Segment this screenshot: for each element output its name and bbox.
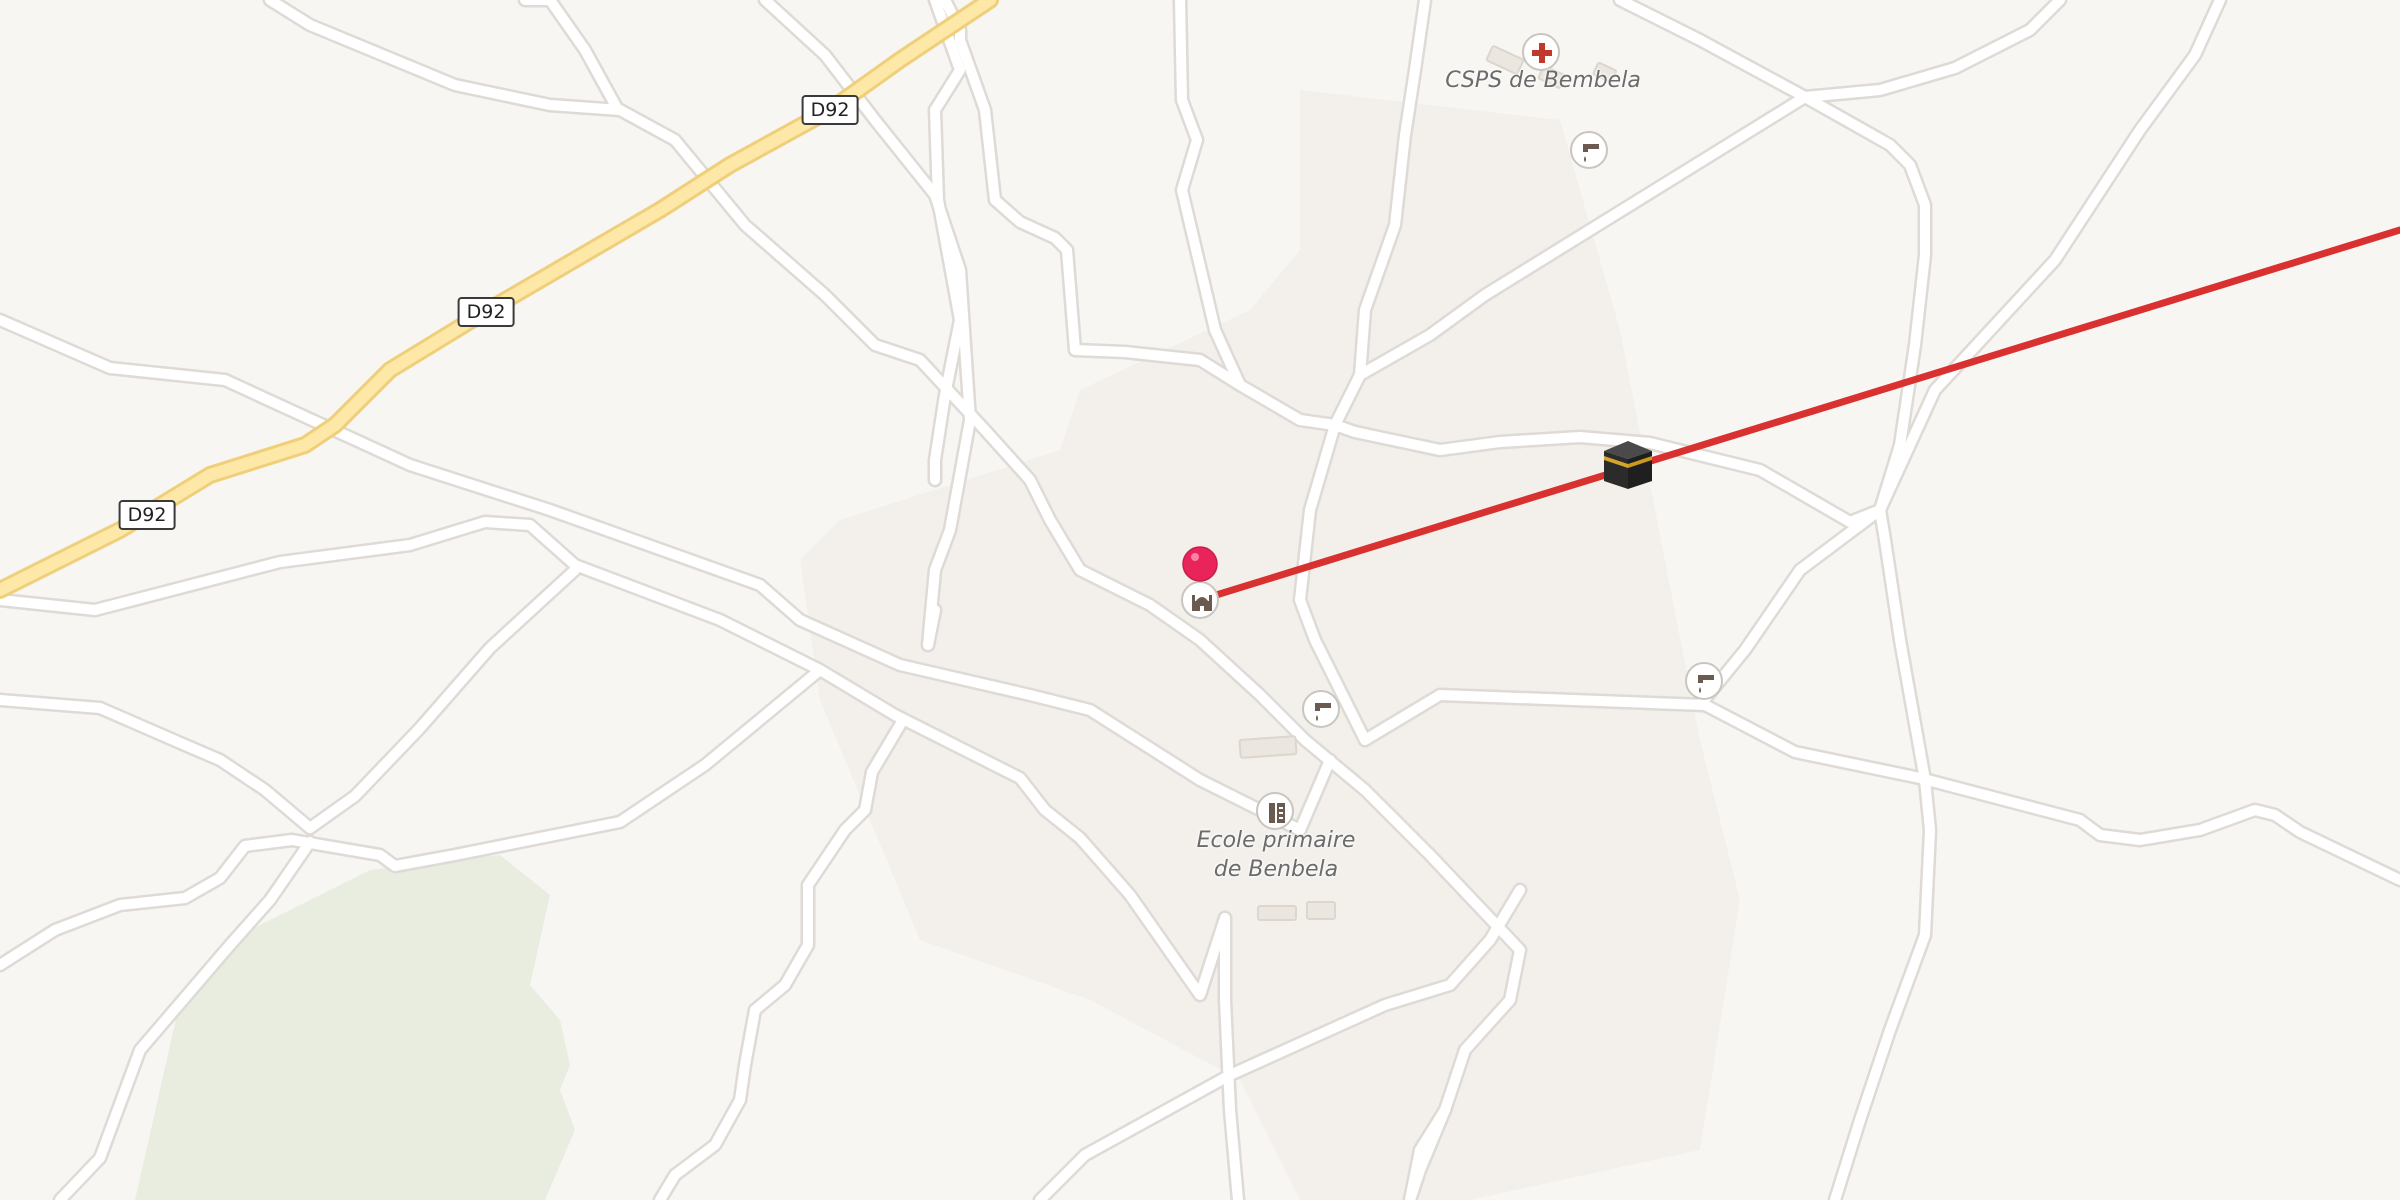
location-pin-icon[interactable] [1180, 544, 1220, 588]
building [1306, 901, 1336, 920]
map-canvas[interactable]: D92 D92 D92 CSPS de Bembela Ecole primai… [0, 0, 2400, 1200]
health-center-label[interactable]: CSPS de Bembela [1445, 66, 1641, 95]
road-ref-d92-south[interactable]: D92 [118, 500, 176, 530]
kaaba-icon[interactable] [1600, 437, 1656, 497]
water-tap-icon[interactable] [1685, 662, 1723, 700]
woodland-area [135, 855, 575, 1200]
road-ref-d92-north[interactable]: D92 [801, 95, 859, 125]
road-ref-d92-middle[interactable]: D92 [457, 297, 515, 327]
school-label[interactable]: Ecole primaire de Benbela [1197, 826, 1356, 884]
school-label-line-2: de Benbela [1213, 857, 1339, 882]
building [1257, 905, 1297, 921]
building [1238, 735, 1298, 759]
water-tap-icon[interactable] [1570, 131, 1608, 169]
water-tap-icon[interactable] [1302, 690, 1340, 728]
school-icon[interactable] [1256, 792, 1294, 830]
school-label-line-1: Ecole primaire [1196, 828, 1356, 853]
